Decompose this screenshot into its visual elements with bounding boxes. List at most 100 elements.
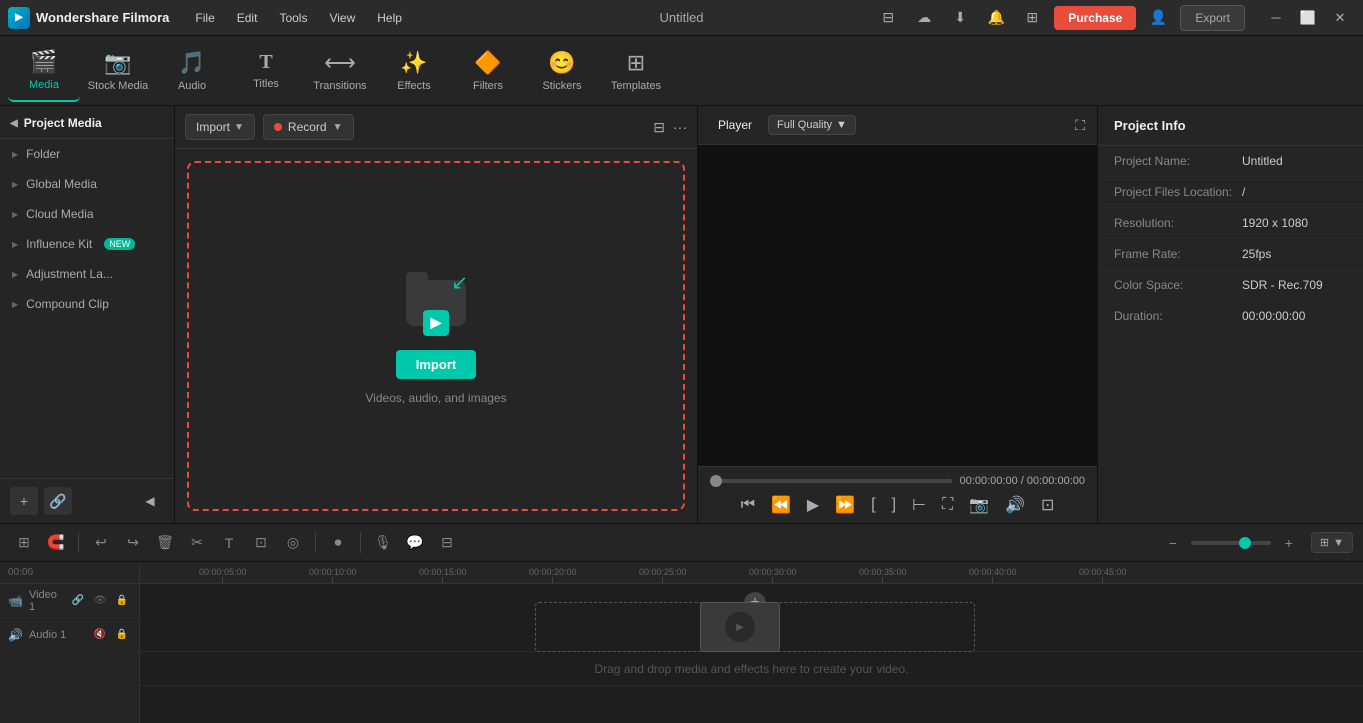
player-progress-thumb[interactable]: [710, 475, 722, 487]
menu-help[interactable]: Help: [367, 7, 412, 29]
player-mark-in-button[interactable]: [: [871, 496, 875, 514]
apps-icon[interactable]: ⊞: [1018, 4, 1046, 32]
timeline-undo-button[interactable]: ↩: [87, 529, 115, 557]
toolbar-templates-label: Templates: [611, 80, 661, 92]
drop-zone[interactable]: ↙ ▶ Import Videos, audio, and images: [187, 161, 685, 511]
sidebar-item-adjustment[interactable]: ▶ Adjustment La...: [0, 259, 174, 289]
cloud-icon[interactable]: ☁: [910, 4, 938, 32]
timeline-magnet-button[interactable]: 🧲: [42, 529, 70, 557]
record-button[interactable]: Record ▼: [263, 114, 354, 140]
notification-icon[interactable]: 🔔: [982, 4, 1010, 32]
player-snapshot-button[interactable]: 📷: [969, 495, 989, 515]
purchase-button[interactable]: Purchase: [1054, 6, 1136, 30]
import-button[interactable]: Import ▼: [185, 114, 255, 140]
info-row-colorspace: Color Space: SDR - Rec.709: [1098, 270, 1363, 301]
toolbar-media[interactable]: 🎬 Media: [8, 40, 80, 102]
toolbar-titles[interactable]: T Titles: [230, 40, 302, 102]
collapse-panel-button[interactable]: ◀: [136, 487, 164, 515]
timeline-zoom-in-button[interactable]: +: [1275, 529, 1303, 557]
quality-select[interactable]: Full Quality ▼: [768, 115, 856, 135]
panel-title: Project Media: [24, 116, 102, 130]
timeline-add-track-button[interactable]: ⊞: [10, 529, 38, 557]
sidebar-item-influence-kit[interactable]: ▶ Influence Kit NEW: [0, 229, 174, 259]
video-track-row: + ▶: [140, 584, 1363, 652]
timeline-audio-effect-button[interactable]: 🎙: [369, 529, 397, 557]
toolbar-stickers[interactable]: 😊 Stickers: [526, 40, 598, 102]
link-button[interactable]: 🔗: [44, 487, 72, 515]
video-track-mute-button[interactable]: 👁: [91, 592, 109, 610]
window-maximize-button[interactable]: ⬜: [1293, 4, 1323, 32]
timeline-track-labels: 00:00 📹 Video 1 🔗 👁 🔒 🔊 Audio 1 🔇 🔒: [0, 562, 140, 723]
quality-dropdown-icon: ▼: [836, 119, 847, 131]
player-frame-back-button[interactable]: ⏪: [771, 495, 791, 515]
download-icon[interactable]: ⬇: [946, 4, 974, 32]
player-screen-icon[interactable]: ⛶: [1075, 117, 1085, 134]
ruler-marks: 00:00:05:00 00:00:10:00 00:00:15:00 00:0…: [144, 562, 1363, 583]
drop-zone-hint: Videos, audio, and images: [365, 391, 506, 405]
timeline-mask-button[interactable]: ◎: [279, 529, 307, 557]
video-track-lock-button[interactable]: 🔒: [113, 592, 131, 610]
timeline-zoom-out-button[interactable]: −: [1159, 529, 1187, 557]
media-filter-icon[interactable]: ⊟: [653, 119, 665, 136]
download-arrow-icon: ↙: [451, 270, 468, 295]
timeline-cut-button[interactable]: ✂: [183, 529, 211, 557]
video-clip[interactable]: ▶: [700, 602, 780, 652]
sidebar-item-global-label: Global Media: [26, 177, 97, 191]
player-volume-button[interactable]: 🔊: [1005, 495, 1025, 515]
menu-view[interactable]: View: [319, 7, 365, 29]
player-skip-back-button[interactable]: ⏮: [741, 496, 755, 514]
toolbar-stock-media[interactable]: 📷 Stock Media: [82, 40, 154, 102]
timeline-text-button[interactable]: T: [215, 529, 243, 557]
menu-edit[interactable]: Edit: [227, 7, 268, 29]
panel-collapse-icon[interactable]: ◀: [10, 118, 18, 129]
add-folder-button[interactable]: +: [10, 487, 38, 515]
toolbar-effects[interactable]: ✨ Effects: [378, 40, 450, 102]
toolbar-filters[interactable]: 🔶 Filters: [452, 40, 524, 102]
audio-track-lock-button[interactable]: 🔒: [113, 626, 131, 644]
dropzone-import-button[interactable]: Import: [396, 350, 476, 379]
toolbar-separator-3: [360, 533, 361, 553]
player-tab[interactable]: Player: [710, 114, 760, 136]
toolbar-templates[interactable]: ⊞ Templates: [600, 40, 672, 102]
sidebar-item-cloud-media[interactable]: ▶ Cloud Media: [0, 199, 174, 229]
timeline-subtitle-button[interactable]: 💬: [401, 529, 429, 557]
window-minimize-button[interactable]: ─: [1261, 4, 1291, 32]
window-close-button[interactable]: ✕: [1325, 4, 1355, 32]
timeline-record-button[interactable]: ⏺: [324, 529, 352, 557]
timeline-zoom-slider[interactable]: [1191, 541, 1271, 545]
menu-file[interactable]: File: [185, 7, 224, 29]
audio-track-mute-button[interactable]: 🔇: [91, 626, 109, 644]
avatar-icon[interactable]: 👤: [1144, 4, 1172, 32]
video-track-link-button[interactable]: 🔗: [69, 592, 87, 610]
templates-icon: ⊞: [627, 50, 645, 76]
info-label-resolution: Resolution:: [1114, 216, 1234, 230]
quality-label: Full Quality: [777, 119, 832, 131]
player-controls: 00:00:00:00 / 00:00:00:00 ⏮ ⏪ ▶ ⏩ [ ] ⊢ …: [698, 466, 1097, 523]
sidebar-item-global-media[interactable]: ▶ Global Media: [0, 169, 174, 199]
toolbar-transitions-label: Transitions: [313, 80, 366, 92]
timeline-zoom-thumb[interactable]: [1239, 537, 1251, 549]
player-progress-track[interactable]: [710, 479, 952, 483]
toolbar-transitions[interactable]: ⟷ Transitions: [304, 40, 376, 102]
toolbar-audio[interactable]: 🎵 Audio: [156, 40, 228, 102]
timeline-redo-button[interactable]: ↪: [119, 529, 147, 557]
global-media-arrow-icon: ▶: [12, 180, 18, 189]
export-button[interactable]: Export: [1180, 5, 1245, 31]
minimize-window-icon[interactable]: ⊟: [874, 4, 902, 32]
media-more-icon[interactable]: ···: [673, 119, 687, 135]
info-row-framerate: Frame Rate: 25fps: [1098, 239, 1363, 270]
sidebar-item-compound-clip[interactable]: ▶ Compound Clip: [0, 289, 174, 319]
menu-tools[interactable]: Tools: [269, 7, 317, 29]
player-play-button[interactable]: ▶: [807, 495, 819, 515]
player-pip-button[interactable]: ⊡: [1041, 495, 1054, 515]
player-fullscreen-button[interactable]: ⛶: [942, 496, 953, 514]
timeline-crop-button[interactable]: ⊡: [247, 529, 275, 557]
timeline-pip-button[interactable]: ⊟: [433, 529, 461, 557]
player-split-button[interactable]: ⊢: [912, 495, 926, 515]
timeline-delete-button[interactable]: 🗑: [151, 529, 179, 557]
sidebar-item-folder[interactable]: ▶ Folder: [0, 139, 174, 169]
player-mark-out-button[interactable]: ]: [892, 496, 896, 514]
player-frame-forward-button[interactable]: ⏩: [835, 495, 855, 515]
timeline-layout-button[interactable]: ⊞ ▼: [1311, 532, 1353, 553]
timeline-zoom-controls: − +: [1159, 529, 1303, 557]
